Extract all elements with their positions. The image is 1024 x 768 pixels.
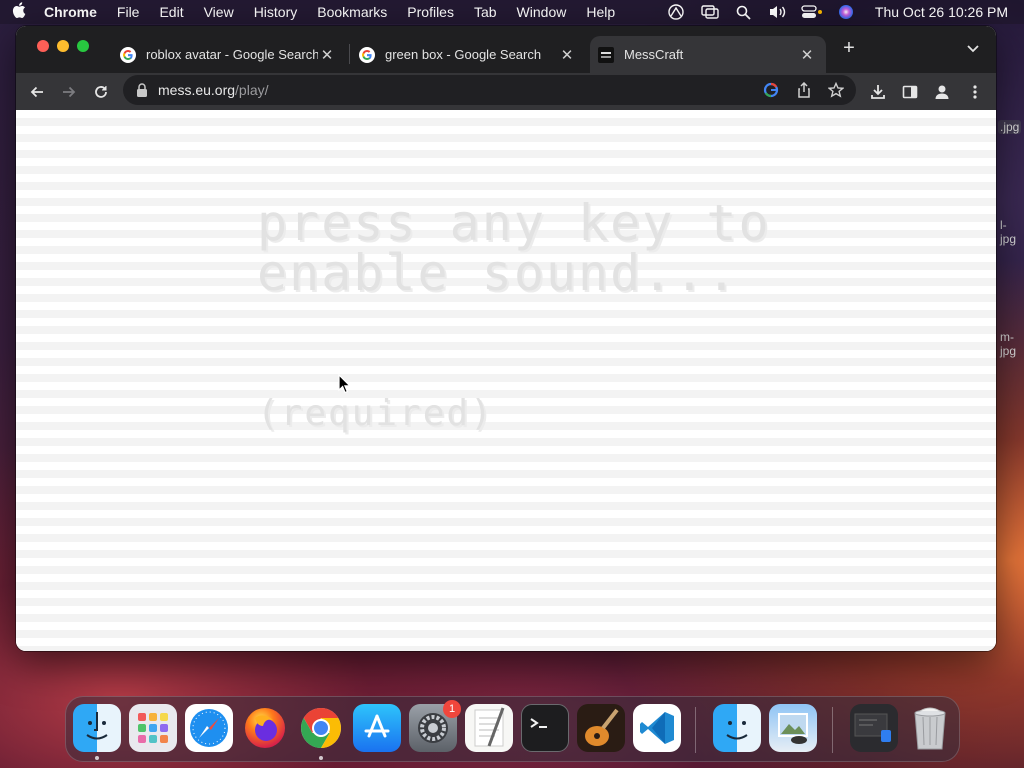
forward-arrow-icon bbox=[63, 86, 76, 98]
chrome-window: roblox avatar - Google Search ✕ green bo… bbox=[16, 26, 996, 651]
textedit-icon[interactable] bbox=[465, 704, 513, 752]
menu-clock[interactable]: Thu Oct 26 10:26 PM bbox=[863, 4, 1008, 20]
tab-strip: roblox avatar - Google Search ✕ green bo… bbox=[16, 26, 996, 73]
zoom-window-button[interactable] bbox=[77, 40, 89, 52]
url-host: mess.eu.org bbox=[158, 82, 236, 98]
chrome-menu-button[interactable] bbox=[962, 79, 988, 105]
dock-separator bbox=[695, 707, 696, 753]
google-chrome-icon[interactable] bbox=[297, 704, 345, 752]
window-controls bbox=[37, 40, 89, 52]
notification-badge: 1 bbox=[443, 700, 461, 718]
menu-profiles[interactable]: Profiles bbox=[397, 0, 464, 24]
launchpad-icon[interactable] bbox=[129, 704, 177, 752]
preview-icon[interactable] bbox=[769, 704, 817, 752]
reload-button[interactable] bbox=[88, 79, 114, 105]
terminal-icon[interactable] bbox=[521, 704, 569, 752]
google-lens-icon[interactable] bbox=[761, 80, 781, 100]
firefox-icon[interactable] bbox=[241, 704, 289, 752]
desktop-file-label[interactable]: l- jpg bbox=[998, 218, 1018, 246]
download-icon bbox=[871, 85, 885, 99]
bookmark-star-icon[interactable] bbox=[826, 80, 846, 100]
apple-menu-icon[interactable] bbox=[0, 2, 38, 22]
safari-icon[interactable] bbox=[185, 704, 233, 752]
trash-icon[interactable] bbox=[906, 704, 954, 752]
visual-studio-code-icon[interactable] bbox=[633, 704, 681, 752]
profile-avatar-icon bbox=[935, 85, 949, 99]
finder-icon[interactable] bbox=[73, 704, 121, 752]
press-any-key-prompt: press any key to bbox=[257, 194, 771, 252]
url-text[interactable]: mess.eu.org/play/ bbox=[158, 82, 269, 98]
enable-sound-prompt: enable sound... bbox=[257, 244, 739, 302]
minimize-window-button[interactable] bbox=[57, 40, 69, 52]
garageband-icon[interactable] bbox=[577, 704, 625, 752]
tab-title: green box - Google Search bbox=[385, 47, 542, 62]
desktop-file-label[interactable]: .jpg bbox=[998, 120, 1022, 134]
address-bar[interactable]: mess.eu.org/play/ bbox=[123, 75, 856, 105]
mouse-pointer-icon bbox=[338, 374, 352, 394]
profile-button[interactable] bbox=[929, 79, 955, 105]
menu-edit[interactable]: Edit bbox=[149, 0, 193, 24]
reload-icon bbox=[95, 86, 107, 98]
menu-window[interactable]: Window bbox=[507, 0, 577, 24]
side-panel-button[interactable] bbox=[897, 79, 923, 105]
control-center-icon[interactable] bbox=[795, 4, 829, 20]
back-button[interactable] bbox=[24, 79, 50, 105]
required-note: (required) bbox=[257, 393, 494, 434]
running-indicator bbox=[95, 756, 99, 760]
vpn-status-icon[interactable] bbox=[659, 3, 693, 21]
menu-view[interactable]: View bbox=[194, 0, 244, 24]
dock: 1 bbox=[65, 696, 960, 762]
close-tab-icon[interactable]: ✕ bbox=[798, 46, 816, 64]
finder-icon[interactable] bbox=[713, 704, 761, 752]
tab-title: roblox avatar - Google Search bbox=[146, 47, 318, 62]
running-indicator bbox=[319, 756, 323, 760]
menu-help[interactable]: Help bbox=[576, 0, 625, 24]
system-settings-icon[interactable]: 1 bbox=[409, 700, 461, 752]
back-arrow-icon bbox=[30, 86, 43, 98]
tab-green-box[interactable]: green box - Google Search ✕ bbox=[351, 36, 586, 73]
screen-mirroring-icon[interactable] bbox=[693, 4, 727, 20]
screenshot-icon[interactable] bbox=[850, 704, 898, 752]
tab-messcraft[interactable]: MessCraft ✕ bbox=[590, 36, 826, 73]
menu-bookmarks[interactable]: Bookmarks bbox=[307, 0, 397, 24]
page-viewport[interactable]: press any key to enable sound... (requir… bbox=[16, 110, 996, 651]
messcraft-icon bbox=[598, 46, 614, 63]
desktop-file-label[interactable]: m- jpg bbox=[998, 330, 1018, 358]
tab-divider bbox=[349, 44, 350, 64]
forward-button[interactable] bbox=[56, 79, 82, 105]
menu-history[interactable]: History bbox=[244, 0, 308, 24]
close-window-button[interactable] bbox=[37, 40, 49, 52]
side-panel-icon bbox=[902, 85, 918, 99]
downloads-button[interactable] bbox=[865, 79, 891, 105]
dock-separator bbox=[832, 707, 833, 753]
menu-app-name[interactable]: Chrome bbox=[38, 0, 107, 24]
close-tab-icon[interactable]: ✕ bbox=[558, 46, 576, 64]
tab-roblox-avatar[interactable]: roblox avatar - Google Search ✕ bbox=[112, 36, 346, 73]
share-icon[interactable] bbox=[794, 80, 814, 100]
lock-icon[interactable] bbox=[136, 83, 148, 97]
close-tab-icon[interactable]: ✕ bbox=[318, 46, 336, 64]
google-icon bbox=[359, 46, 375, 63]
url-path: /play/ bbox=[235, 82, 269, 98]
app-store-icon[interactable] bbox=[353, 704, 401, 752]
browser-toolbar: mess.eu.org/play/ bbox=[16, 73, 996, 110]
menu-tab[interactable]: Tab bbox=[464, 0, 507, 24]
more-vertical-icon bbox=[973, 85, 977, 99]
tab-title: MessCraft bbox=[624, 47, 684, 62]
menu-file[interactable]: File bbox=[107, 0, 150, 24]
tab-search-chevron-icon[interactable] bbox=[965, 40, 981, 56]
spotlight-search-icon[interactable] bbox=[727, 5, 761, 20]
siri-icon[interactable] bbox=[829, 4, 863, 20]
google-icon bbox=[120, 46, 136, 63]
new-tab-button[interactable]: + bbox=[839, 38, 859, 58]
menu-bar: Chrome File Edit View History Bookmarks … bbox=[0, 0, 1024, 24]
volume-icon[interactable] bbox=[761, 4, 795, 20]
